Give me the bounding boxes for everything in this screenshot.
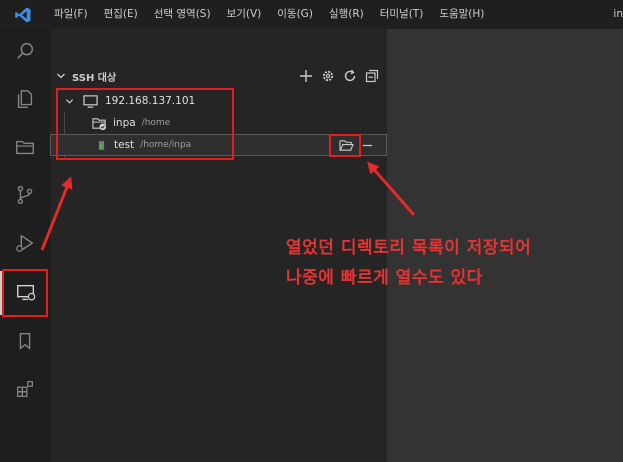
menu-selection[interactable]: 선택 영역(S) <box>146 0 219 29</box>
annotation-line-1: 열었던 디렉토리 목록이 저장되어 <box>286 238 532 258</box>
extensions-icon <box>17 381 33 397</box>
menu-help[interactable]: 도움말(H) <box>431 0 492 29</box>
collapse-all-button[interactable] <box>363 67 381 85</box>
chevron-down-icon <box>57 73 65 79</box>
folder-icon <box>16 140 34 155</box>
window-title: in <box>613 8 623 20</box>
section-title: SSH 대상 <box>72 72 117 84</box>
highlight-box-remote-explorer <box>2 269 48 317</box>
collapse-all-icon <box>365 69 379 83</box>
header-actions <box>297 65 381 87</box>
refresh-icon <box>344 69 356 82</box>
activity-extensions[interactable] <box>0 367 50 411</box>
bookmark-icon <box>19 332 31 350</box>
menu-file[interactable]: 파일(F) <box>46 0 96 29</box>
source-control-icon <box>17 185 33 205</box>
activity-run-debug[interactable] <box>0 221 50 265</box>
refresh-button[interactable] <box>341 67 359 85</box>
activity-source-control[interactable] <box>0 173 50 217</box>
menu-terminal[interactable]: 터미널(T) <box>372 0 432 29</box>
highlight-box-tree <box>56 88 234 160</box>
menu-view[interactable]: 보기(V) <box>219 0 270 29</box>
files-icon <box>17 90 33 108</box>
menu-bar: 파일(F) 편집(E) 선택 영역(S) 보기(V) 이동(G) 실행(R) 터… <box>0 0 623 29</box>
ssh-targets-header[interactable]: SSH 대상 <box>50 65 387 87</box>
remove-folder-button[interactable] <box>360 137 374 153</box>
activity-explorer[interactable] <box>0 77 50 121</box>
configure-button[interactable] <box>319 67 337 85</box>
annotation-line-2: 나중에 빠르게 열수도 있다 <box>286 268 483 288</box>
menu-go[interactable]: 이동(G) <box>269 0 321 29</box>
activity-bookmarks[interactable] <box>0 319 50 363</box>
minus-icon <box>362 144 372 146</box>
gear-icon <box>322 70 334 82</box>
activity-remote-explorer-folder[interactable] <box>0 125 50 169</box>
activity-search[interactable] <box>0 29 50 73</box>
plus-icon <box>300 70 312 82</box>
vscode-logo-icon[interactable] <box>0 0 46 29</box>
run-debug-icon <box>16 234 34 252</box>
menu-run[interactable]: 실행(R) <box>321 0 372 29</box>
menu-edit[interactable]: 편집(E) <box>96 0 146 29</box>
search-icon <box>17 42 34 59</box>
activity-bar <box>0 29 50 462</box>
add-new-button[interactable] <box>297 67 315 85</box>
highlight-box-open-button <box>329 134 361 157</box>
